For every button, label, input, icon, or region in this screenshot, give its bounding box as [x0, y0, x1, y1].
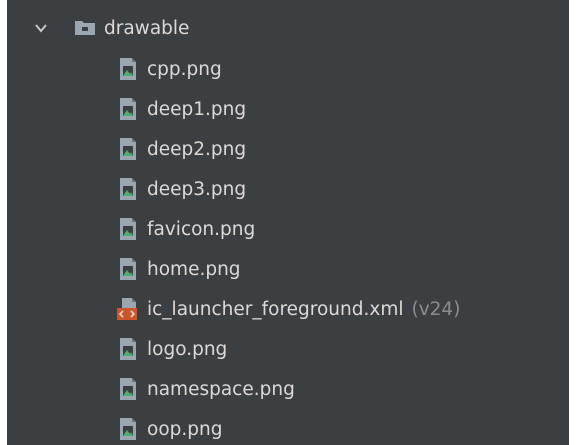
image-file-icon	[120, 98, 136, 120]
file-name: deep1.png	[147, 98, 247, 120]
tree-folder-drawable[interactable]: drawable	[7, 8, 569, 48]
image-file-icon	[120, 138, 136, 160]
image-file-icon	[120, 338, 136, 360]
file-name: deep2.png	[147, 138, 247, 160]
tree-file-item[interactable]: logo.png	[7, 329, 569, 369]
tree-file-label: logo.png	[147, 339, 227, 360]
tree-file-label: deep1.png	[147, 99, 246, 120]
tree-file-item[interactable]: oop.png	[7, 409, 569, 445]
image-file-icon	[120, 418, 136, 440]
tree-file-item[interactable]: deep3.png	[7, 169, 569, 209]
tree-file-label: deep2.png	[147, 139, 246, 160]
image-file-icon	[120, 58, 136, 80]
file-name: favicon.png	[147, 218, 256, 240]
tree-file-label: oop.png	[147, 419, 222, 440]
file-qualifier: (v24)	[411, 298, 461, 320]
file-name: cpp.png	[147, 58, 222, 80]
tree-file-label: home.png	[147, 259, 241, 280]
tree-file-label: namespace.png	[147, 379, 295, 400]
image-file-icon	[120, 258, 136, 280]
file-name: oop.png	[147, 418, 223, 440]
image-file-icon	[120, 178, 136, 200]
tree-folder-label: drawable	[104, 17, 190, 39]
project-tree-panel: drawable cpp.png deep1.png deep2.png deep3.…	[7, 0, 569, 445]
file-name: deep3.png	[147, 178, 247, 200]
tree-file-item[interactable]: deep2.png	[7, 129, 569, 169]
image-file-icon	[120, 378, 136, 400]
image-file-icon	[120, 218, 136, 240]
tree-file-label: cpp.png	[147, 59, 222, 80]
tree-file-label: ic_launcher_foreground.xml (v24)	[147, 299, 460, 320]
tree-file-label: deep3.png	[147, 179, 246, 200]
file-name: namespace.png	[147, 378, 295, 400]
tree-file-item[interactable]: ic_launcher_foreground.xml (v24)	[7, 289, 569, 329]
xml-file-icon	[117, 298, 137, 320]
tree-file-item[interactable]: favicon.png	[7, 209, 569, 249]
tree-file-item[interactable]: cpp.png	[7, 49, 569, 89]
file-name: ic_launcher_foreground.xml	[147, 298, 404, 320]
tree-file-item[interactable]: namespace.png	[7, 369, 569, 409]
folder-icon	[75, 21, 95, 35]
file-name: logo.png	[147, 338, 228, 360]
tree-file-item[interactable]: deep1.png	[7, 89, 569, 129]
tree-file-item[interactable]: home.png	[7, 249, 569, 289]
chevron-down-icon[interactable]	[34, 21, 48, 35]
tree-file-label: favicon.png	[147, 219, 255, 240]
file-name: home.png	[147, 258, 241, 280]
